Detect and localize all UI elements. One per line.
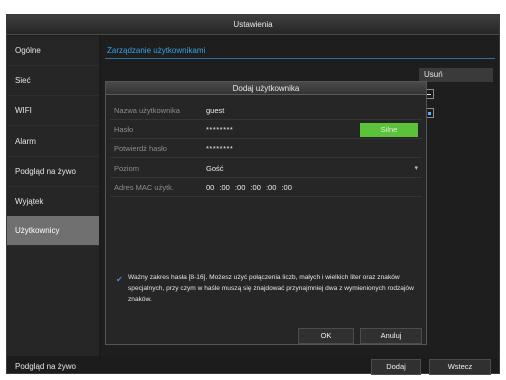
confirm-password-row: Potwierdź hasło ******** <box>110 140 422 158</box>
level-label: Poziom <box>114 164 140 173</box>
dialog-title: Dodaj użytkownika <box>106 82 426 95</box>
ok-button[interactable]: OK <box>298 328 354 344</box>
mac-label: Adres MAC użytk. <box>114 183 175 192</box>
delete-column-header: Usuń <box>419 68 493 82</box>
sidebar-item-alarm[interactable]: Alarm <box>7 127 99 157</box>
add-button[interactable]: Dodaj <box>371 359 421 375</box>
username-field[interactable]: guest <box>206 102 224 120</box>
window-title: Ustawienia <box>7 15 499 35</box>
level-row: Poziom Gość ▾ <box>110 160 422 178</box>
username-row: Nazwa użytkownika guest <box>110 102 422 120</box>
username-label: Nazwa użytkownika <box>114 106 180 115</box>
live-view-button[interactable]: Podgląd na żywo <box>7 359 99 375</box>
settings-window: Ustawienia Ogólne Sieć WIFI Alarm Podglą… <box>6 14 500 375</box>
sidebar-item-network[interactable]: Sieć <box>7 66 99 96</box>
password-row: Hasło ******** Silne <box>110 121 422 139</box>
sidebar-item-users[interactable]: Użytkownicy <box>7 216 99 246</box>
mac-row: Adres MAC użytk. 00 :00 :00 :00 :00 :00 <box>110 179 422 197</box>
password-field[interactable]: ******** <box>206 121 233 139</box>
cancel-button[interactable]: Anuluj <box>360 328 422 344</box>
confirm-password-field[interactable]: ******** <box>206 140 233 158</box>
back-button[interactable]: Wstecz <box>429 359 491 375</box>
sidebar-item-exception[interactable]: Wyjątek <box>7 187 99 217</box>
sidebar: Ogólne Sieć WIFI Alarm Podgląd na żywo W… <box>7 36 99 356</box>
tab-underline <box>105 58 495 59</box>
mac-address-field[interactable]: 00 :00 :00 :00 :00 :00 <box>206 179 292 197</box>
confirm-password-label: Potwierdź hasło <box>114 144 167 153</box>
password-info-text: Ważny zakres hasła [8-16]. Możesz użyć p… <box>128 274 414 303</box>
checkmark-icon: ✔ <box>116 275 123 284</box>
sidebar-item-live-view[interactable]: Podgląd na żywo <box>7 157 99 187</box>
add-user-dialog: Dodaj użytkownika Nazwa użytkownika gues… <box>105 81 427 345</box>
sidebar-item-wifi[interactable]: WIFI <box>7 96 99 126</box>
password-strength-badge: Silne <box>360 123 418 137</box>
chevron-down-icon[interactable]: ▾ <box>414 160 418 178</box>
tab-user-management[interactable]: Zarządzanie użytkownikami <box>107 46 205 55</box>
sidebar-item-general[interactable]: Ogólne <box>7 36 99 66</box>
password-label: Hasło <box>114 125 134 134</box>
level-select[interactable]: Gość <box>206 160 224 178</box>
